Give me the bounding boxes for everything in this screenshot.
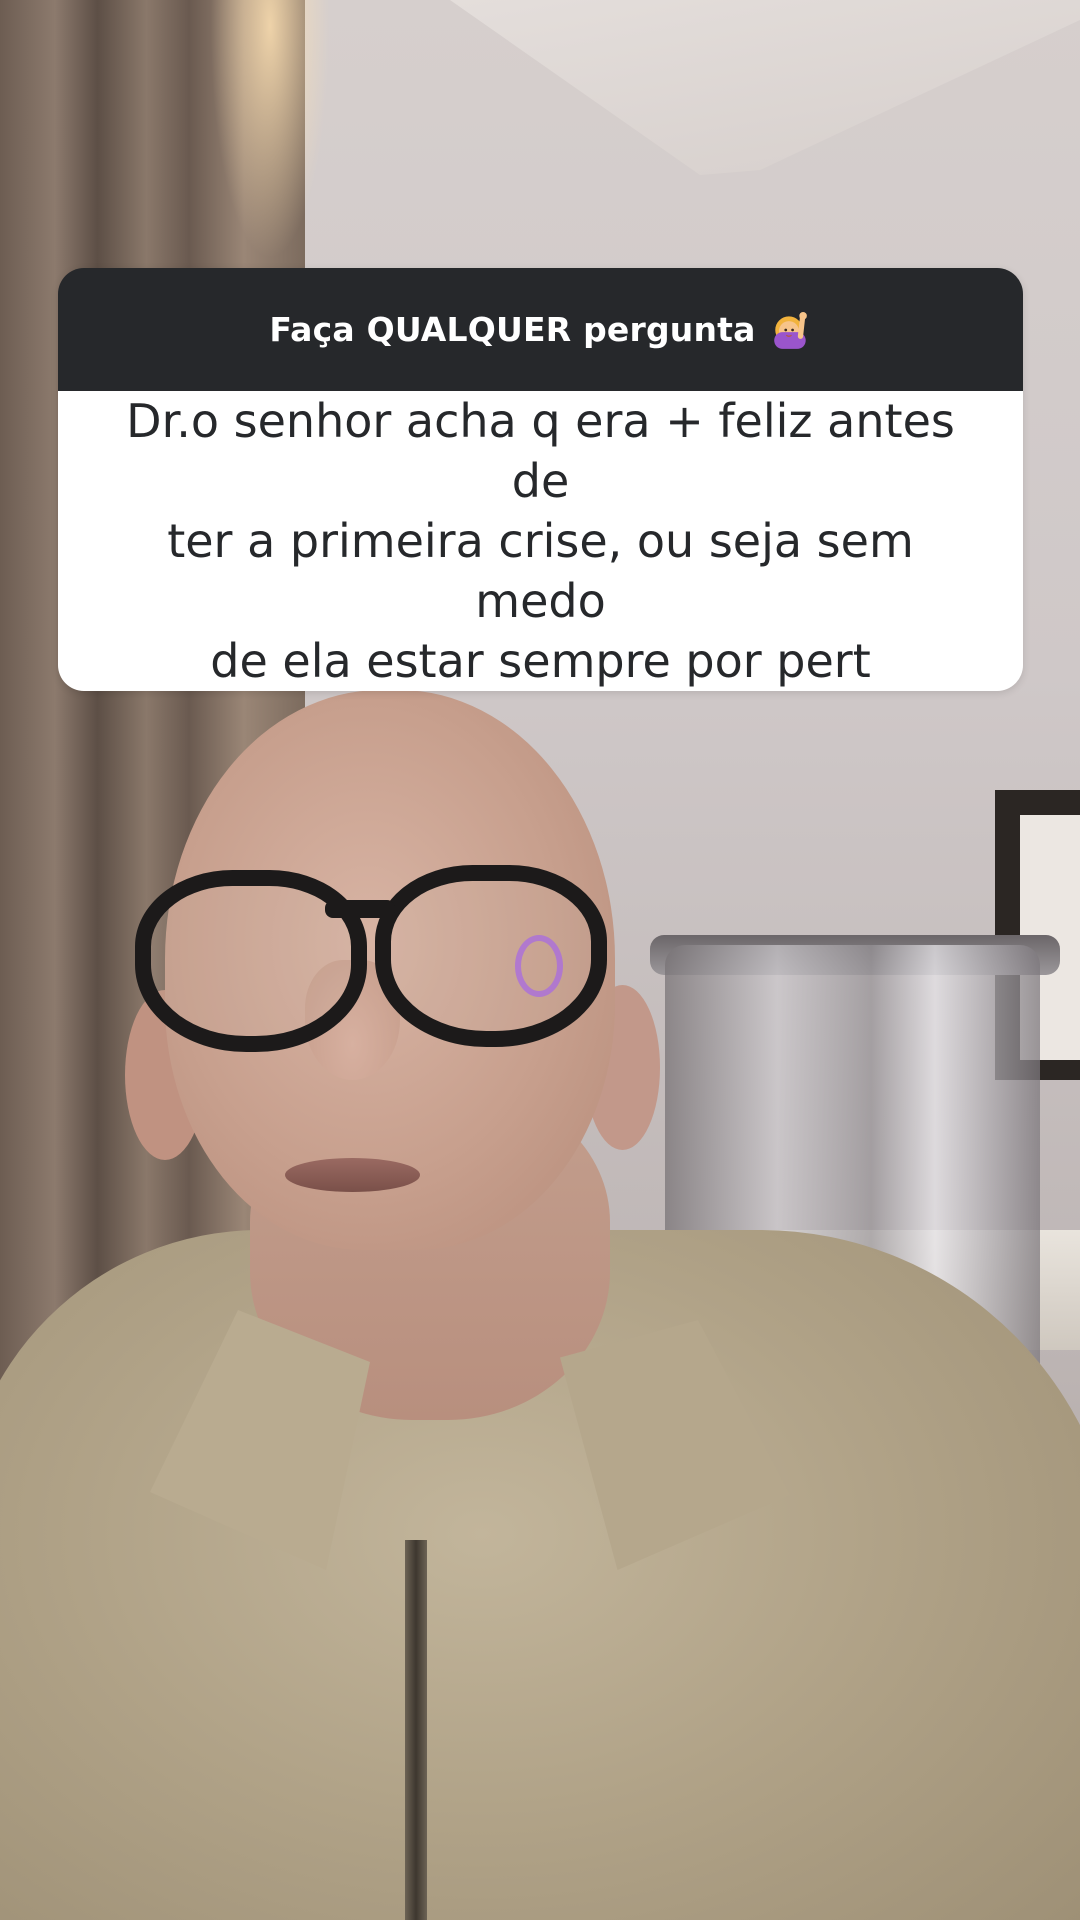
person-mouth (285, 1158, 420, 1192)
story-viewer: Faça QUALQUER pergunta Dr.o senhor acha … (0, 0, 1080, 1920)
person-zipper (405, 1540, 427, 1920)
background-light (210, 0, 330, 260)
glasses-left-lens (135, 870, 367, 1052)
woman-raising-hand-emoji-icon (773, 311, 807, 349)
question-sticker-title: Faça QUALQUER pergunta (269, 310, 756, 349)
question-sticker-body: Dr.o senhor acha q era + feliz antes de … (58, 391, 1023, 691)
question-sticker[interactable]: Faça QUALQUER pergunta Dr.o senhor acha … (58, 268, 1023, 691)
lens-reflection (515, 935, 563, 997)
glasses-right-lens (375, 865, 607, 1047)
glasses-bridge (325, 900, 395, 918)
question-text: Dr.o senhor acha q era + feliz antes de … (126, 394, 955, 688)
question-sticker-header: Faça QUALQUER pergunta (58, 268, 1023, 391)
